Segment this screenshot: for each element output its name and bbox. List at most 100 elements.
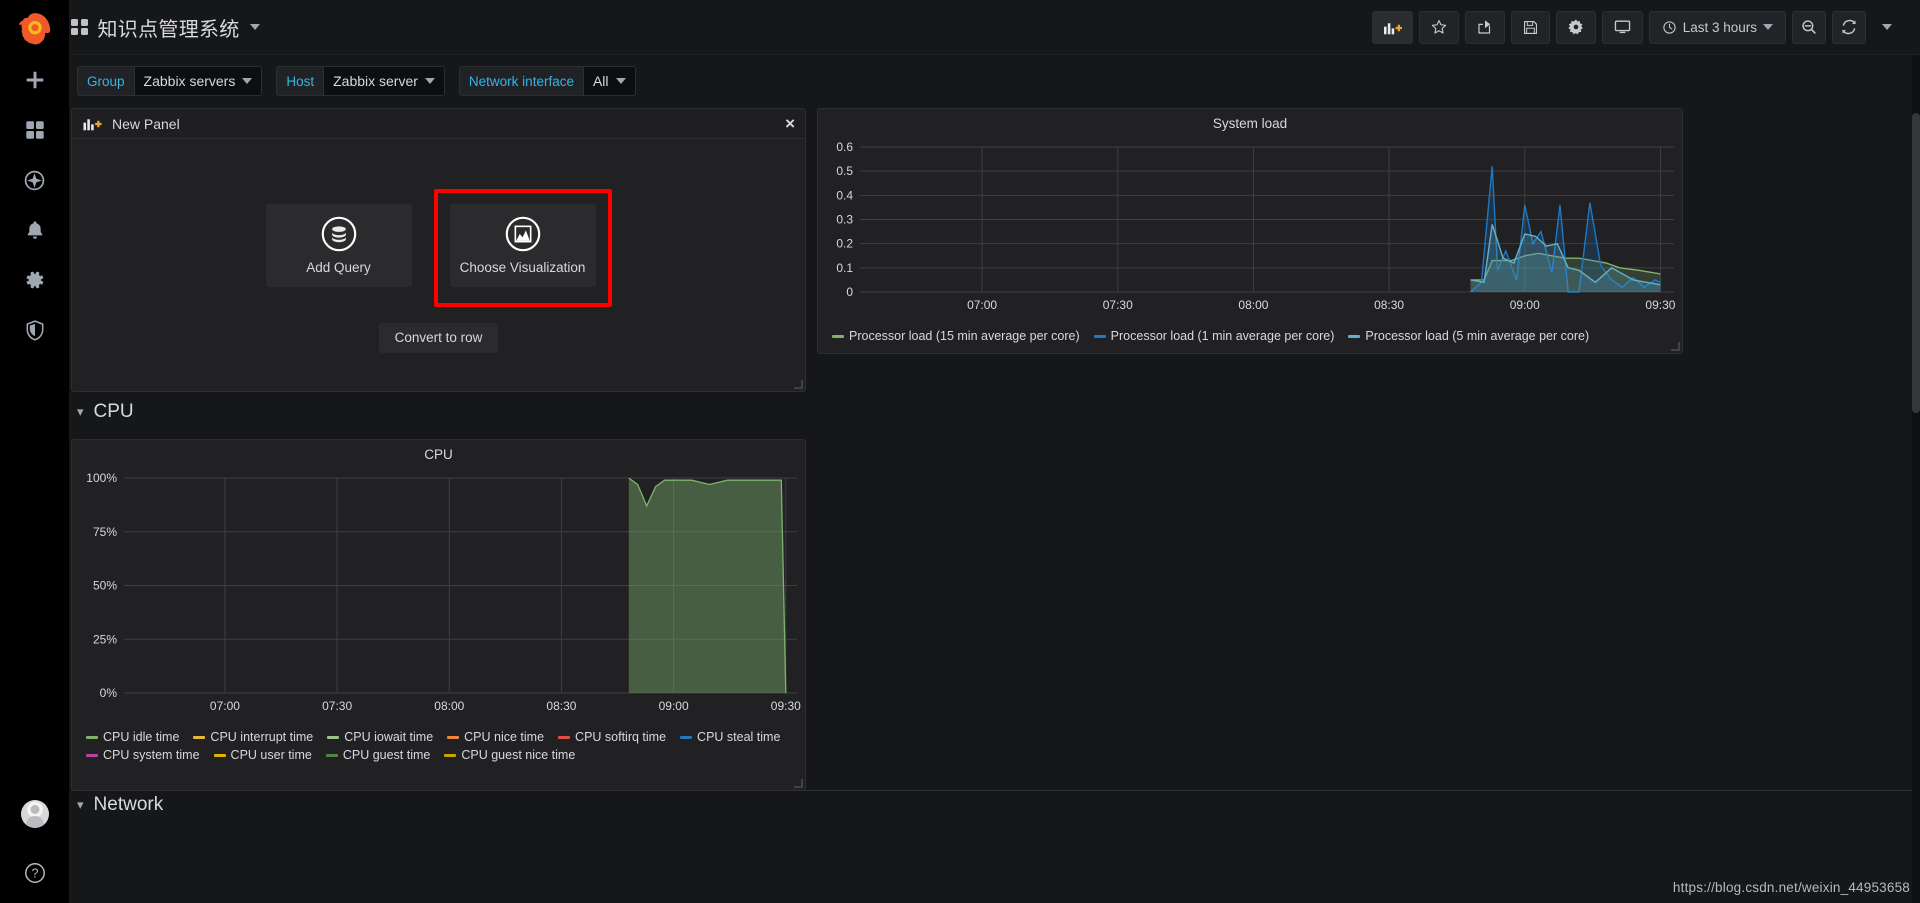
add-panel-icon [83,119,102,131]
favorite-star-button[interactable] [1418,10,1459,44]
svg-text:09:30: 09:30 [1645,298,1675,312]
add-query-label: Add Query [306,260,371,275]
legend-item[interactable]: CPU idle time [86,730,179,744]
legend-color-swatch [86,753,98,757]
svg-text:100%: 100% [86,471,117,485]
chevron-down-icon[interactable] [249,24,260,30]
dashboard-title-group[interactable]: 知识点管理系统 [71,13,260,42]
convert-to-row-button[interactable]: Convert to row [378,322,499,353]
variable-select-group[interactable]: Zabbix servers [133,66,263,96]
dashboard-settings-button[interactable] [1555,10,1596,44]
variable-host: Host Zabbix server [276,66,445,96]
legend-item[interactable]: CPU steal time [680,730,780,744]
svg-text:0.5: 0.5 [836,164,853,178]
new-panel-widget: New Panel × Add Query Choose Visualizati… [71,108,806,392]
panel-resize-handle[interactable] [794,380,803,389]
refresh-button[interactable] [1832,10,1866,44]
time-range-label: Last 3 hours [1682,19,1757,35]
legend-item[interactable]: CPU softirq time [558,730,666,744]
sidebar: ? [0,0,69,903]
variable-value-group: Zabbix servers [143,73,236,89]
legend-label: CPU interrupt time [210,730,314,744]
sidebar-item-explore[interactable] [0,155,69,205]
chevron-down-icon: ▾ [77,797,84,812]
variable-label-network-interface: Network interface [458,66,583,96]
panel-resize-handle[interactable] [794,779,803,788]
sidebar-item-alerting[interactable] [0,205,69,255]
svg-text:0.4: 0.4 [836,188,853,202]
sidebar-item-dashboards[interactable] [0,105,69,155]
svg-text:09:30: 09:30 [771,699,801,713]
add-panel-button[interactable] [1371,10,1413,44]
sidebar-item-configuration[interactable] [0,255,69,305]
legend-label: CPU idle time [103,730,180,744]
row-header-network[interactable]: ▾ Network [77,794,163,816]
legend-system-load: Processor load (15 min average per core)… [818,327,1682,343]
add-query-button[interactable]: Add Query [265,204,412,287]
panel-title-cpu[interactable]: CPU [72,440,805,468]
legend-item[interactable]: CPU interrupt time [193,730,313,744]
choose-visualization-button[interactable]: Choose Visualization [449,203,596,287]
svg-text:0.6: 0.6 [836,140,853,154]
database-icon [321,216,356,252]
svg-text:0: 0 [846,285,853,299]
new-panel-options: Add Query Choose Visualization [265,187,612,307]
time-range-picker[interactable]: Last 3 hours [1648,10,1786,44]
legend-label: CPU guest nice time [461,748,576,762]
svg-text:0%: 0% [100,686,118,700]
legend-item[interactable]: Processor load (15 min average per core) [832,329,1080,343]
legend-item[interactable]: CPU guest time [325,748,431,762]
sidebar-item-server-admin[interactable] [0,305,69,355]
close-icon[interactable]: × [785,115,795,132]
sidebar-item-create[interactable] [0,55,69,105]
refresh-interval-dropdown[interactable] [1872,11,1902,44]
variable-select-network-interface[interactable]: All [582,66,636,96]
svg-text:07:00: 07:00 [967,298,997,312]
variable-value-network-interface: All [592,73,609,89]
legend-color-swatch [86,735,98,739]
avatar[interactable] [0,785,69,843]
legend-item[interactable]: CPU iowait time [327,730,433,744]
variable-select-host[interactable]: Zabbix server [323,66,445,96]
legend-label: Processor load (1 min average per core) [1110,329,1335,343]
new-panel-header: New Panel × [72,109,805,139]
legend-item[interactable]: CPU user time [213,748,312,762]
svg-text:07:30: 07:30 [1103,298,1133,312]
legend-label: CPU guest time [342,748,431,762]
share-dashboard-button[interactable] [1464,10,1505,44]
panel-title-system-load[interactable]: System load [818,109,1682,137]
legend-color-swatch [680,735,693,739]
help-icon[interactable]: ? [0,843,69,903]
scrollbar-track[interactable] [1912,55,1920,903]
variable-group: Group Zabbix servers [77,66,263,96]
legend-item[interactable]: Processor load (5 min average per core) [1348,329,1589,343]
legend-item[interactable]: Processor load (1 min average per core) [1093,329,1335,343]
row-header-cpu[interactable]: ▾ CPU [77,401,134,423]
tv-mode-button[interactable] [1601,10,1643,44]
dashboard-grid-icon [71,18,88,36]
variable-network-interface: Network interface All [458,66,636,96]
graph-icon [505,216,540,251]
save-dashboard-button[interactable] [1510,10,1550,44]
scrollbar-thumb[interactable] [1912,113,1920,413]
chevron-down-icon [1763,24,1773,30]
chevron-down-icon [242,78,253,84]
panel-resize-handle[interactable] [1671,342,1680,351]
legend-label: CPU user time [230,748,312,762]
legend-label: CPU steal time [697,730,781,744]
grafana-logo-icon[interactable] [0,0,69,55]
chart-system-load[interactable]: 0 0.1 0.2 0.3 0.4 0.5 0.6 07:00 07:30 08:00 08:30 0… [818,137,1682,327]
legend-label: Processor load (15 min average per core) [849,329,1080,343]
legend-item[interactable]: CPU guest nice time [444,748,575,762]
panel-cpu: CPU 0% 25% 50% 75% 100% 07:00 07:30 08:00 08:30 0… [71,439,806,791]
svg-text:0.2: 0.2 [836,237,853,251]
zoom-out-button[interactable] [1792,10,1826,44]
new-panel-title: New Panel [112,115,180,132]
legend-color-swatch [325,753,338,757]
legend-color-swatch [327,735,340,739]
legend-item[interactable]: CPU system time [86,748,200,762]
legend-item[interactable]: CPU nice time [447,730,544,744]
chevron-down-icon [424,78,435,84]
svg-text:25%: 25% [93,632,117,646]
chart-cpu[interactable]: 0% 25% 50% 75% 100% 07:00 07:30 08:00 08:30 09:00… [72,468,805,728]
